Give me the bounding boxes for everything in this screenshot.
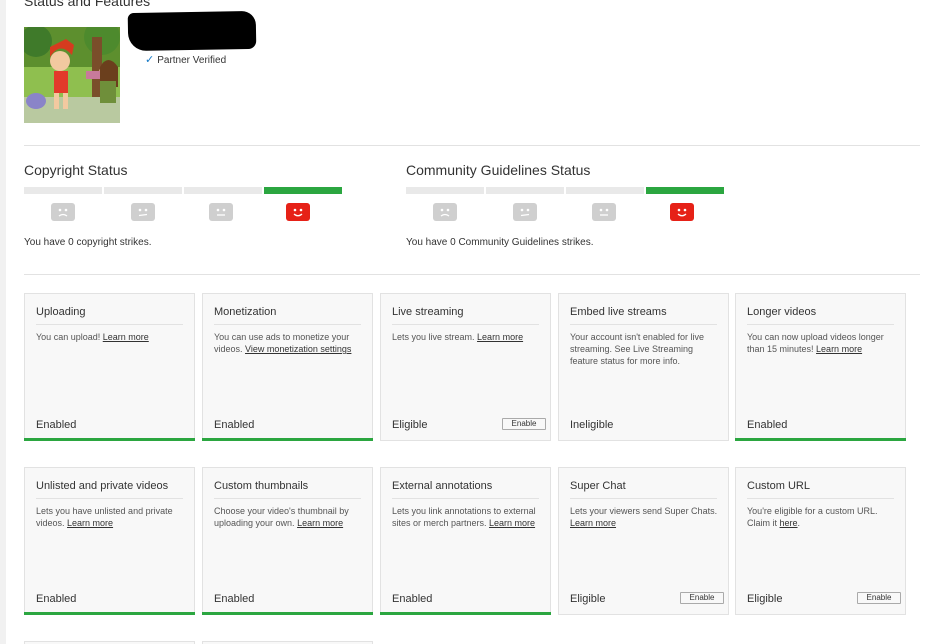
copyright-status-title: Copyright Status [24,162,128,178]
checkmark-icon: ✓ [145,54,155,66]
unsure-face-icon [131,203,155,221]
learn-more-link[interactable]: Learn more [489,518,535,528]
page-title: Status and Features [24,0,151,9]
community-guidelines-status: Community Guidelines Status You have 0 C… [406,162,736,248]
status-features-panel: Status and Features ✓ Partner Verified C… [6,0,938,644]
learn-more-link[interactable]: Learn more [570,518,616,528]
meter-segment [566,187,644,194]
enabled-indicator-bar [24,612,195,615]
section-divider [24,145,920,146]
card-description: Lets you live stream. Learn more [392,331,540,343]
meter-segment-active [646,187,724,194]
card-description: You can now upload videos longer than 15… [747,331,895,355]
card-title: Super Chat [570,480,717,499]
enabled-indicator-bar [202,438,373,441]
card-description-suffix: . [797,518,801,528]
card-title: External annotations [392,480,539,499]
section-divider [24,274,920,275]
card-title: Embed live streams [570,306,717,325]
meter-segment [24,187,102,194]
card-description: Lets you link annotations to external si… [392,505,540,529]
feature-card-monetization: Monetization You can use ads to monetize… [202,293,373,441]
copyright-strikes-text: You have 0 copyright strikes. [24,237,152,248]
happy-face-icon [670,203,694,221]
sad-face-icon [51,203,75,221]
learn-more-link[interactable]: Learn more [103,332,149,342]
card-description: Lets your viewers send Super Chats. Lear… [570,505,718,529]
neutral-face-icon [209,203,233,221]
meter-segment [184,187,262,194]
meter-segment-active [264,187,342,194]
card-description-text: You're eligible for a custom URL. Claim … [747,506,878,528]
community-status-faces [406,203,726,223]
card-title: Unlisted and private videos [36,480,183,499]
card-title: Custom URL [747,480,894,499]
card-description: Choose your video's thumbnail by uploadi… [214,505,362,529]
meter-segment [104,187,182,194]
card-title: Uploading [36,306,183,325]
card-description-text: Lets you live stream. [392,332,478,342]
neutral-face-icon [592,203,616,221]
card-status: Eligible [392,419,428,431]
meter-segment [486,187,564,194]
enable-live-streaming-button[interactable]: Enable [502,418,546,430]
learn-more-link[interactable]: Learn more [297,518,343,528]
feature-card-longer-videos: Longer videos You can now upload videos … [735,293,906,441]
card-description: You can upload! Learn more [36,331,184,343]
card-description: You can use ads to monetize your videos.… [214,331,362,355]
card-status: Enabled [36,419,77,431]
card-status: Enabled [36,593,77,605]
sad-face-icon [433,203,457,221]
learn-more-link[interactable]: Learn more [816,344,862,354]
card-status: Ineligible [570,419,614,431]
copyright-strike-meter [24,187,342,194]
feature-card-embed-live-streams: Embed live streams Your account isn't en… [558,293,729,441]
card-status: Enabled [214,593,255,605]
partner-verified: ✓ Partner Verified [145,54,227,67]
card-description: Lets you have unlisted and private video… [36,505,184,529]
copyright-status-faces [24,203,344,223]
card-description: You're eligible for a custom URL. Claim … [747,505,895,529]
feature-card-external-annotations: External annotations Lets you link annot… [380,467,551,615]
card-title: Longer videos [747,306,894,325]
partner-verified-label: Partner Verified [157,55,227,66]
feature-card-custom-url: Custom URL You're eligible for a custom … [735,467,906,615]
learn-more-link[interactable]: Learn more [67,518,113,528]
community-status-title: Community Guidelines Status [406,162,591,178]
view-monetization-settings-link[interactable]: View monetization settings [245,344,351,354]
enable-super-chat-button[interactable]: Enable [680,592,724,604]
feature-card-super-chat: Super Chat Lets your viewers send Super … [558,467,729,615]
learn-more-link[interactable]: Learn more [477,332,523,342]
card-description-text: Lets your viewers send Super Chats. [570,506,718,516]
enabled-indicator-bar [202,612,373,615]
feature-card-custom-thumbnails: Custom thumbnails Choose your video's th… [202,467,373,615]
feature-card-unlisted-private: Unlisted and private videos Lets you hav… [24,467,195,615]
happy-face-icon [286,203,310,221]
feature-card-live-streaming: Live streaming Lets you live stream. Lea… [380,293,551,441]
redacted-channel-name [127,10,257,52]
card-description: Your account isn't enabled for live stre… [570,332,704,366]
channel-avatar[interactable] [24,27,120,123]
enabled-indicator-bar [380,612,551,615]
card-status: Eligible [570,593,606,605]
enabled-indicator-bar [735,438,906,441]
unsure-face-icon [513,203,537,221]
community-strike-meter [406,187,724,194]
card-status: Enabled [747,419,788,431]
card-title: Live streaming [392,306,539,325]
feature-card-uploading: Uploading You can upload! Learn more Ena… [24,293,195,441]
card-status: Enabled [392,593,433,605]
copyright-status: Copyright Status You have 0 copyright st… [24,162,354,248]
enable-custom-url-button[interactable]: Enable [857,592,901,604]
meter-segment [406,187,484,194]
card-status: Enabled [214,419,255,431]
enabled-indicator-bar [24,438,195,441]
community-strikes-text: You have 0 Community Guidelines strikes. [406,237,594,248]
card-description-text: You can upload! [36,332,103,342]
card-status: Eligible [747,593,783,605]
card-title: Custom thumbnails [214,480,361,499]
claim-here-link[interactable]: here [780,518,798,528]
card-title: Monetization [214,306,361,325]
